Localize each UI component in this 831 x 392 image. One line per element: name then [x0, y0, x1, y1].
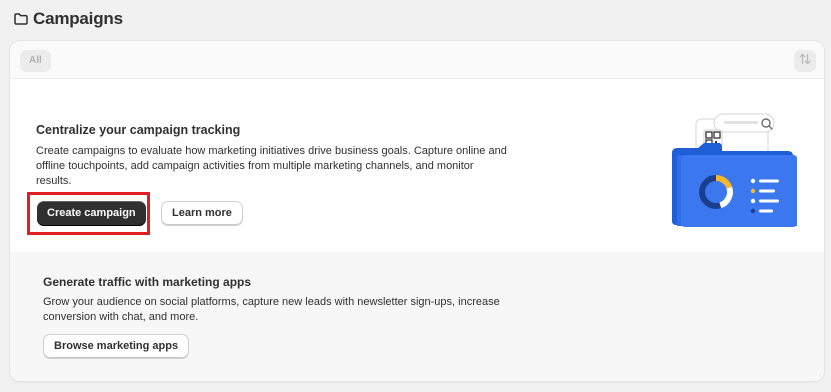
browse-marketing-apps-button[interactable]: Browse marketing apps: [43, 334, 190, 359]
sort-button[interactable]: [794, 50, 816, 72]
marketing-apps-section: Generate traffic with marketing apps Gro…: [10, 252, 824, 381]
empty-state-description: Create campaigns to evaluate how marketi…: [36, 145, 507, 187]
folder-analytics-illustration: [660, 111, 805, 236]
empty-state-title: Centralize your campaign tracking: [36, 123, 241, 137]
filter-toolbar: All: [10, 41, 824, 79]
marketing-apps-description: Grow your audience on social platforms, …: [43, 296, 500, 323]
campaigns-card: All Centralize your campaign tracking Cr…: [10, 41, 824, 381]
page-title: Campaigns: [33, 9, 123, 28]
folder-icon: [14, 13, 28, 25]
marketing-apps-title: Generate traffic with marketing apps: [43, 275, 252, 289]
create-campaign-button[interactable]: Create campaign: [37, 201, 146, 226]
page-header: Campaigns: [14, 9, 123, 29]
sort-arrows-icon: [798, 52, 812, 71]
tab-all[interactable]: All: [20, 50, 51, 72]
learn-more-button[interactable]: Learn more: [161, 201, 243, 226]
